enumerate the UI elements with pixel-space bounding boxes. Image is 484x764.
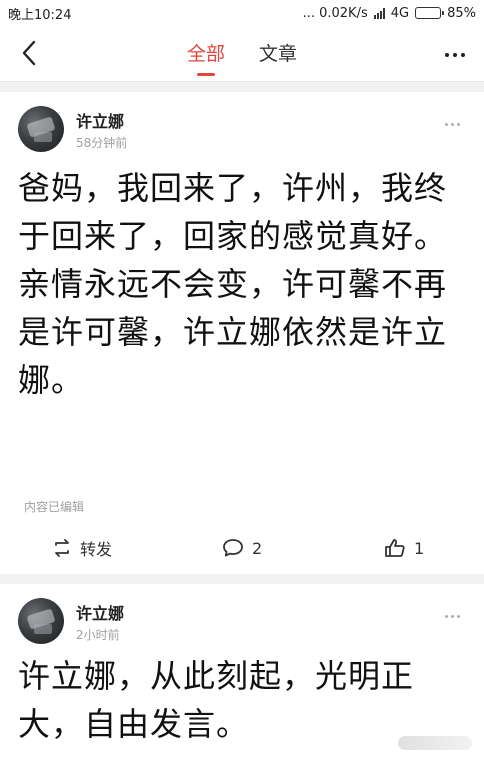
comment-button[interactable]: 2 bbox=[222, 528, 262, 568]
comment-icon bbox=[223, 539, 243, 557]
tab-bar: 全部 文章 bbox=[0, 26, 484, 82]
author-name[interactable]: 许立娜 bbox=[76, 108, 124, 132]
tab-all[interactable]: 全部 bbox=[187, 26, 225, 82]
post-more-button[interactable] bbox=[438, 116, 466, 132]
more-dot-icon bbox=[444, 122, 448, 126]
repost-button[interactable]: 转发 bbox=[52, 528, 112, 568]
battery-percent: 85% bbox=[447, 5, 476, 21]
like-button[interactable]: 1 bbox=[384, 528, 424, 568]
top-nav: 全部 文章 bbox=[0, 26, 484, 82]
post-more-button[interactable] bbox=[438, 608, 466, 624]
post-card: 许立娜 2小时前 许立娜，从此刻起，光明正大，自由发言。 bbox=[0, 584, 484, 764]
network-type: 4G bbox=[390, 5, 410, 21]
post-time: 58分钟前 bbox=[76, 136, 128, 150]
avatar[interactable] bbox=[18, 106, 64, 152]
post-content: 爸妈，我回来了，许州，我终于回来了，回家的感觉真好。亲情永远不会变，许可馨不再是… bbox=[18, 169, 448, 399]
repost-icon bbox=[55, 539, 69, 557]
post-time: 2小时前 bbox=[76, 628, 120, 642]
comment-count: 2 bbox=[252, 538, 263, 558]
status-time: 晚上10:24 bbox=[8, 7, 72, 23]
author-name[interactable]: 许立娜 bbox=[76, 600, 124, 624]
watermark bbox=[398, 736, 472, 750]
avatar[interactable] bbox=[18, 598, 64, 644]
more-dot-icon bbox=[444, 614, 448, 618]
post-card: 许立娜 58分钟前 爸妈，我回来了，许州，我终于回来了，回家的感觉真好。亲情永远… bbox=[0, 92, 484, 574]
signal-icon bbox=[373, 7, 385, 19]
like-count: 1 bbox=[414, 538, 425, 558]
post-header: 许立娜 2小时前 bbox=[18, 598, 466, 646]
status-bar: 晚上10:24 ... 0.02K/s 4G 85% bbox=[0, 0, 484, 26]
more-dot-icon bbox=[445, 53, 449, 57]
edited-note: 内容已编辑 bbox=[24, 500, 85, 514]
thumbs-up-icon bbox=[385, 539, 405, 557]
tab-articles[interactable]: 文章 bbox=[259, 26, 297, 82]
post-header: 许立娜 58分钟前 bbox=[18, 106, 466, 154]
battery-icon bbox=[415, 7, 445, 19]
post-content: 许立娜，从此刻起，光明正大，自由发言。 bbox=[18, 657, 415, 743]
post-actions: 转发 2 1 bbox=[0, 528, 484, 568]
repost-label: 转发 bbox=[80, 540, 113, 559]
network-speed: ... 0.02K/s bbox=[302, 5, 368, 21]
more-options-button[interactable] bbox=[440, 40, 470, 70]
